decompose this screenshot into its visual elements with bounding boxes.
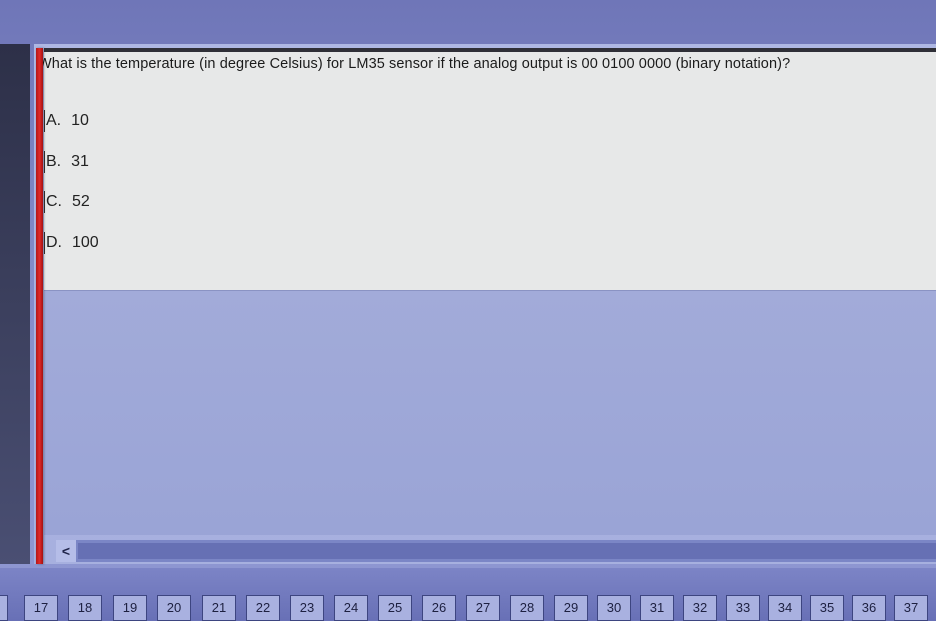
option-b-letter: B. <box>44 151 71 173</box>
option-c[interactable]: C. 52 <box>44 191 644 213</box>
question-navigation: 6 17 18 19 20 21 22 23 24 25 26 27 28 29… <box>0 568 936 621</box>
page-button-24[interactable]: 24 <box>334 595 368 621</box>
page-button-29[interactable]: 29 <box>554 595 588 621</box>
question-text: What is the temperature (in degree Celsi… <box>38 56 791 72</box>
page-button-18[interactable]: 18 <box>68 595 102 621</box>
option-c-letter: C. <box>44 191 72 213</box>
option-b[interactable]: B. 31 <box>44 151 644 173</box>
page-button-30[interactable]: 30 <box>597 595 631 621</box>
option-c-value: 52 <box>72 193 90 210</box>
red-side-bar <box>36 48 43 564</box>
option-a[interactable]: A. 10 <box>44 110 644 132</box>
option-a-value: 10 <box>71 112 89 129</box>
page-button-28[interactable]: 28 <box>510 595 544 621</box>
page-button-23[interactable]: 23 <box>290 595 324 621</box>
left-dark-strip <box>0 44 30 564</box>
page-button-34[interactable]: 34 <box>768 595 802 621</box>
question-area: What is the temperature (in degree Celsi… <box>38 48 936 290</box>
scroll-thumb[interactable] <box>78 543 936 559</box>
empty-content-area <box>44 290 936 535</box>
option-a-letter: A. <box>44 110 71 132</box>
scroll-left-arrow-icon[interactable]: < <box>56 540 76 562</box>
page-button-36[interactable]: 36 <box>852 595 886 621</box>
option-b-value: 31 <box>71 153 89 170</box>
page-button-35[interactable]: 35 <box>810 595 844 621</box>
page-button-22[interactable]: 22 <box>246 595 280 621</box>
page-button-17[interactable]: 17 <box>24 595 58 621</box>
page-button-31[interactable]: 31 <box>640 595 674 621</box>
page-button-21[interactable]: 21 <box>202 595 236 621</box>
page-button-25[interactable]: 25 <box>378 595 412 621</box>
page-button-19[interactable]: 19 <box>113 595 147 621</box>
page-button-partial[interactable]: 6 <box>0 595 8 621</box>
option-d[interactable]: D. 100 <box>44 232 644 254</box>
horizontal-scrollbar[interactable]: < <box>56 540 936 562</box>
page-button-37[interactable]: 37 <box>894 595 928 621</box>
option-d-value: 100 <box>72 234 99 251</box>
option-d-letter: D. <box>44 232 72 254</box>
page-button-20[interactable]: 20 <box>157 595 191 621</box>
page-button-26[interactable]: 26 <box>422 595 456 621</box>
page-button-33[interactable]: 33 <box>726 595 760 621</box>
page-button-27[interactable]: 27 <box>466 595 500 621</box>
page-button-32[interactable]: 32 <box>683 595 717 621</box>
